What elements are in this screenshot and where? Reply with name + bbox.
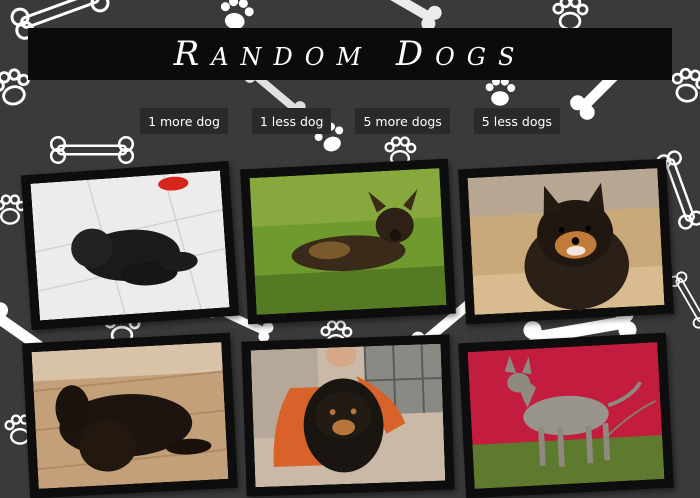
dog-photo-card <box>20 160 240 331</box>
dog-count-controls: 1 more dog 1 less dog 5 more dogs 5 less… <box>0 108 700 134</box>
dog-photo-card <box>458 332 674 498</box>
dog-photo <box>467 168 665 315</box>
dog-photo <box>30 170 230 321</box>
title-banner: Random Dogs <box>28 28 672 80</box>
dog-photo-card <box>240 158 456 325</box>
dog-photo <box>249 168 447 315</box>
add-one-dog-button[interactable]: 1 more dog <box>140 108 228 134</box>
page-title: Random Dogs <box>173 34 527 74</box>
dog-photo-card <box>458 158 674 325</box>
dog-photo-card <box>22 332 238 498</box>
dog-photo-card <box>241 334 455 497</box>
remove-one-dog-button[interactable]: 1 less dog <box>251 108 332 134</box>
remove-five-dogs-button[interactable]: 5 less dogs <box>473 108 560 134</box>
dog-photo <box>250 343 446 488</box>
add-five-dogs-button[interactable]: 5 more dogs <box>355 108 450 134</box>
